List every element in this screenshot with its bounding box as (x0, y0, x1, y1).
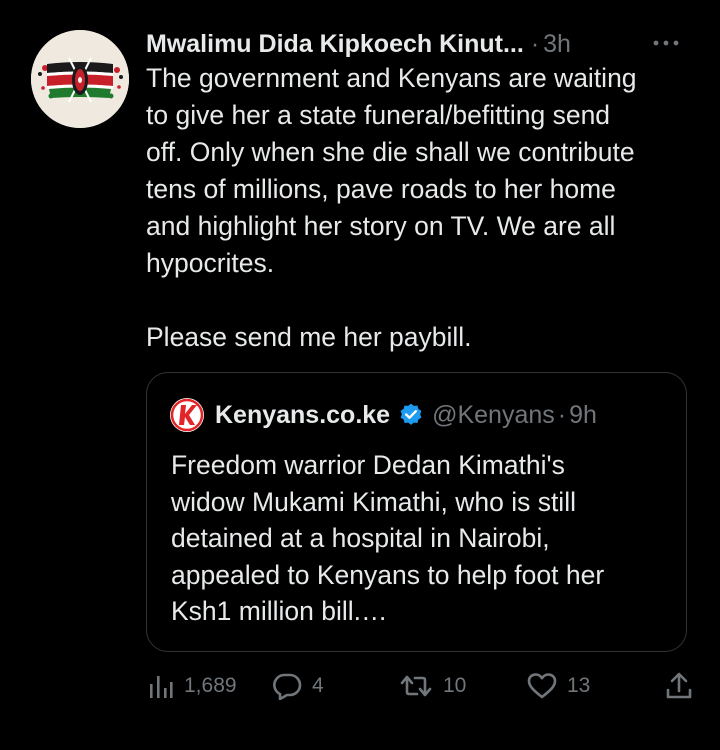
author-avatar[interactable] (31, 30, 129, 128)
quoted-tweet-time[interactable]: 9h (569, 401, 597, 430)
more-horizontal-icon[interactable] (651, 33, 681, 53)
views-chart-icon (150, 676, 173, 698)
like-button[interactable]: 13 (527, 666, 590, 706)
reply-count: 4 (312, 674, 324, 697)
tweet-header: Mwalimu Dida Kipkoech Kinut... · 3h (146, 27, 691, 61)
author-name[interactable]: Mwalimu Dida Kipkoech Kinut... (146, 30, 524, 59)
tweet-text: The government and Kenyans are waiting t… (146, 63, 637, 352)
heart-icon (527, 673, 557, 699)
quoted-tweet[interactable]: Kenyans.co.ke @Kenyans · 9h Freedom warr… (146, 372, 687, 652)
kenya-flag-avatar (31, 30, 129, 128)
retweet-count: 10 (443, 674, 467, 697)
tweet-actions: 1,689 4 10 13 (146, 666, 706, 706)
tweet-time[interactable]: 3h (543, 30, 571, 59)
tweet[interactable]: Mwalimu Dida Kipkoech Kinut... · 3h The … (0, 0, 720, 750)
kenyans-logo-icon[interactable] (169, 397, 205, 433)
header-separator: · (530, 29, 540, 58)
quoted-author-name[interactable]: Kenyans.co.ke (215, 401, 390, 430)
reply-button[interactable]: 4 (272, 666, 324, 706)
quoted-tweet-text: Freedom warrior Dedan Kimathi's widow Mu… (171, 450, 605, 626)
quoted-author-handle[interactable]: @Kenyans (432, 401, 555, 430)
verified-badge-icon (400, 403, 422, 425)
share-upload-icon (666, 672, 692, 699)
views-button[interactable]: 1,689 (148, 666, 237, 706)
share-button[interactable] (665, 666, 693, 706)
like-count: 13 (567, 674, 591, 697)
retweet-icon (400, 675, 432, 697)
views-count: 1,689 (184, 674, 237, 697)
retweet-button[interactable]: 10 (399, 666, 466, 706)
quoted-header-separator: · (557, 400, 567, 429)
reply-bubble-icon (273, 673, 302, 700)
quoted-tweet-header: Kenyans.co.ke @Kenyans · 9h (169, 397, 597, 433)
